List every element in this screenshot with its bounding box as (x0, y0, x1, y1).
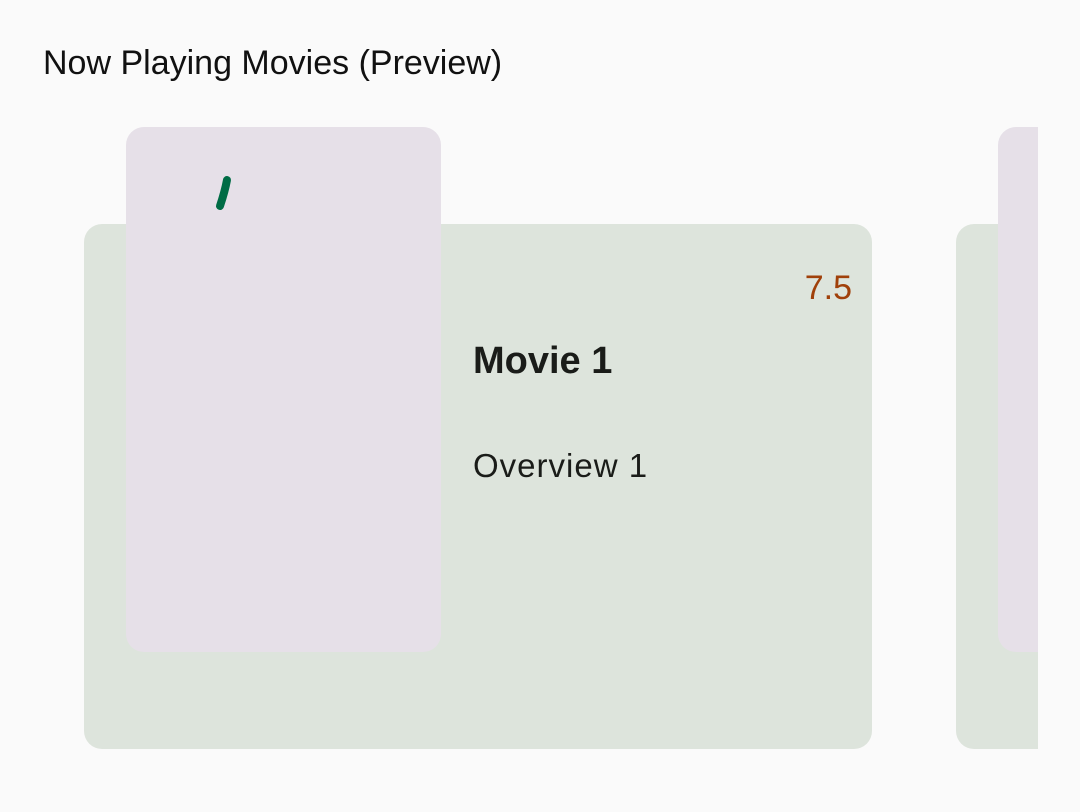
movie-poster (126, 127, 441, 652)
movie-carousel[interactable]: 7.5 Movie 1 Overview 1 (0, 0, 1038, 812)
movie-rating: 7.5 (804, 269, 852, 307)
movie-overview: Overview 1 (473, 447, 649, 484)
progress-spinner-icon (216, 176, 231, 210)
movie-title: Movie 1 (473, 340, 613, 382)
movie-poster-next-preview (998, 127, 1038, 652)
